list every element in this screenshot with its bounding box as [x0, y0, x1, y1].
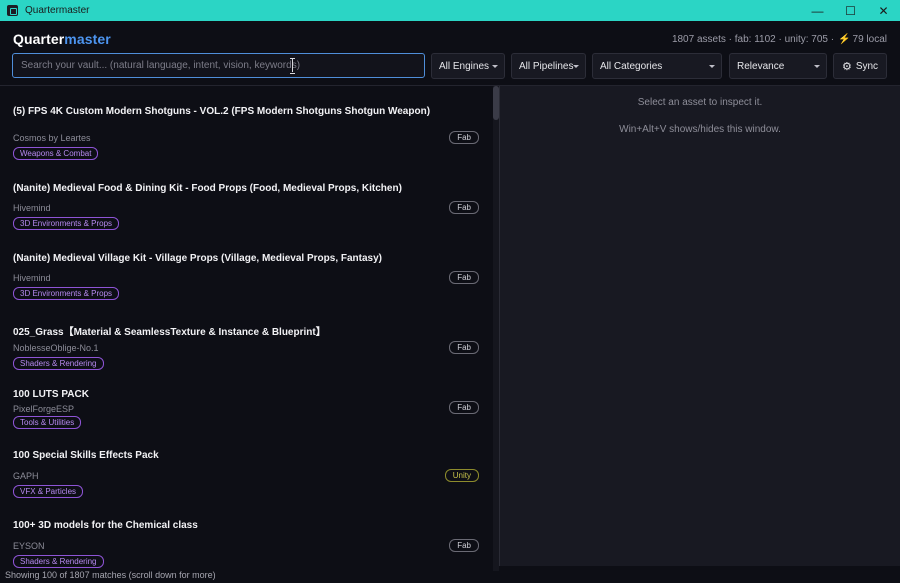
sync-label: Sync	[855, 60, 879, 72]
maximize-button[interactable]: ☐	[834, 0, 867, 21]
chevron-down-icon	[814, 65, 820, 68]
inspector-panel: Select an asset to inspect it. Win+Alt+V…	[500, 86, 900, 566]
pipeline-filter-value: All Pipelines	[519, 60, 574, 72]
chevron-down-icon	[492, 65, 498, 68]
category-filter-value: All Categories	[600, 60, 663, 72]
item-title: 100+ 3D models for the Chemical class	[13, 520, 198, 531]
category-tag: 3D Environments & Props	[13, 217, 120, 230]
app-icon	[7, 5, 18, 16]
list-item[interactable]: 025_Grass【Material & SeamlessTexture & I…	[0, 303, 490, 373]
minimize-button[interactable]: —	[801, 0, 834, 21]
source-badge: Fab	[449, 131, 479, 144]
source-badge: Fab	[449, 539, 479, 552]
item-author: Hivemind	[13, 273, 51, 283]
engine-filter-dropdown[interactable]: All Engines	[431, 53, 505, 79]
category-tag: 3D Environments & Props	[13, 287, 120, 300]
bolt-icon: ⚡	[838, 34, 851, 45]
item-title: (Nanite) Medieval Village Kit - Village …	[13, 253, 383, 264]
item-author: EYSON	[13, 541, 45, 551]
category-tag: Weapons & Combat	[13, 147, 99, 160]
pipeline-filter-dropdown[interactable]: All Pipelines	[511, 53, 586, 79]
shortcut-hint: Win+Alt+V shows/hides this window.	[619, 124, 781, 135]
list-item[interactable]: (5) FPS 4K Custom Modern Shotguns - VOL.…	[0, 86, 490, 163]
chevron-down-icon	[573, 65, 579, 68]
item-author: Hivemind	[13, 203, 51, 213]
search-input[interactable]	[12, 53, 425, 78]
text-cursor-icon	[290, 58, 295, 74]
source-badge: Fab	[449, 271, 479, 284]
source-badge: Fab	[449, 201, 479, 214]
results-list: (5) FPS 4K Custom Modern Shotguns - VOL.…	[0, 86, 499, 571]
source-badge: Unity	[444, 469, 479, 482]
local-count: 79 local	[852, 34, 887, 45]
app-logo: Quartermaster	[13, 31, 111, 47]
item-author: PixelForgeESP	[13, 404, 75, 414]
source-badge: Fab	[449, 401, 479, 414]
item-author: Cosmos by Leartes	[13, 133, 91, 143]
sync-button[interactable]: ⚙ Sync	[833, 53, 887, 79]
chevron-down-icon	[709, 65, 715, 68]
gear-icon: ⚙	[841, 60, 852, 73]
logo-part-2: master	[64, 31, 111, 47]
inspector-empty-hint: Select an asset to inspect it.	[637, 97, 763, 108]
window-titlebar: Quartermaster — ☐ ✕	[0, 0, 900, 21]
asset-counts: 1807 assets · fab: 1102 · unity: 705 ·	[671, 34, 835, 45]
window-title: Quartermaster	[25, 5, 90, 16]
status-bar-text: Showing 100 of 1807 matches (scroll down…	[5, 570, 216, 580]
item-author: GAPH	[13, 471, 39, 481]
engine-filter-value: All Engines	[439, 60, 490, 72]
item-title: 100 Special Skills Effects Pack	[13, 450, 159, 461]
item-title: (5) FPS 4K Custom Modern Shotguns - VOL.…	[13, 106, 431, 117]
category-filter-dropdown[interactable]: All Categories	[592, 53, 722, 79]
window-controls: — ☐ ✕	[801, 0, 900, 21]
list-item[interactable]: (Nanite) Medieval Village Kit - Village …	[0, 233, 490, 303]
sort-dropdown[interactable]: Relevance	[729, 53, 827, 79]
vault-stats: 1807 assets · fab: 1102 · unity: 705 · ⚡…	[672, 34, 887, 45]
category-tag: Shaders & Rendering	[13, 555, 104, 568]
item-title: (Nanite) Medieval Food & Dining Kit - Fo…	[13, 183, 402, 194]
logo-part-1: Quarter	[13, 31, 65, 47]
list-item[interactable]: 100 Special Skills Effects Pack GAPH VFX…	[0, 435, 490, 505]
sort-value: Relevance	[737, 60, 785, 72]
category-tag: VFX & Particles	[13, 485, 84, 498]
close-button[interactable]: ✕	[867, 0, 900, 21]
list-item[interactable]: (Nanite) Medieval Food & Dining Kit - Fo…	[0, 163, 490, 233]
list-item[interactable]: 100 LUTS PACK PixelForgeESP Tools & Util…	[0, 373, 490, 435]
item-title: 025_Grass【Material & SeamlessTexture & I…	[13, 327, 326, 338]
item-author: NoblesseOblige-No.1	[13, 343, 99, 353]
category-tag: Shaders & Rendering	[13, 357, 104, 370]
category-tag: Tools & Utilities	[13, 416, 82, 429]
item-title: 100 LUTS PACK	[13, 389, 89, 400]
source-badge: Fab	[449, 341, 479, 354]
list-item[interactable]: 100+ 3D models for the Chemical class EY…	[0, 505, 490, 571]
